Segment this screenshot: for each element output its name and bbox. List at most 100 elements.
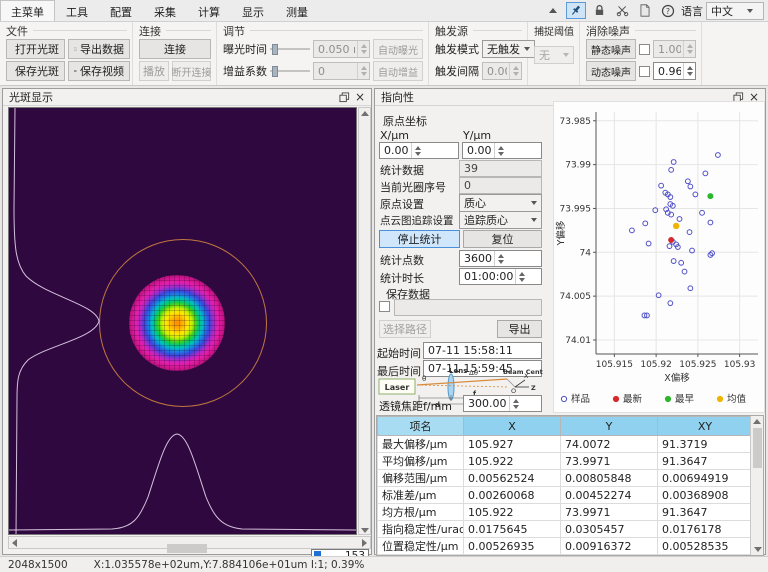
dynamic-noise-checkbox[interactable] bbox=[639, 66, 650, 77]
trigger-interval-spinner[interactable] bbox=[509, 63, 519, 79]
sample-point bbox=[693, 192, 698, 197]
ribbon-group-noise: 消除噪声 静态噪声 1.00 动态噪声 0.96 bbox=[580, 22, 702, 85]
auto-exposure-button[interactable]: 自动曝光 bbox=[373, 39, 423, 59]
gain-spinner[interactable] bbox=[357, 63, 367, 79]
language-select[interactable]: 中文 bbox=[706, 2, 764, 20]
track-label: 点云图追踪设置 bbox=[380, 213, 454, 228]
save-video-button[interactable]: 保存视频 bbox=[68, 61, 130, 81]
help-icon[interactable]: ? bbox=[658, 2, 678, 19]
stats-count-label: 统计数据 bbox=[380, 162, 424, 178]
legend-label-样品: 样品 bbox=[571, 393, 590, 405]
menu-tab-计算[interactable]: 计算 bbox=[187, 0, 231, 21]
open-spot-button[interactable]: 打开光斑 bbox=[6, 39, 65, 59]
x-tick-label: 105.92 bbox=[640, 360, 672, 370]
focal-length-input[interactable]: 300.00 bbox=[463, 395, 542, 412]
menu-tab-工具[interactable]: 工具 bbox=[55, 0, 99, 21]
connect-button[interactable]: 连接 bbox=[139, 39, 211, 59]
pin-icon[interactable] bbox=[566, 2, 586, 19]
auto-gain-button[interactable]: 自动增益 bbox=[373, 61, 423, 81]
play-button[interactable]: 播放 bbox=[139, 61, 169, 81]
aperture-value: 0 bbox=[464, 179, 471, 192]
y-tick-label: 74.005 bbox=[560, 292, 592, 302]
save-file-icon[interactable] bbox=[635, 2, 655, 19]
exposure-slider[interactable] bbox=[270, 42, 310, 56]
y-tick-label: 73.99 bbox=[565, 161, 591, 171]
disconnect-button[interactable]: 断开连接 bbox=[172, 61, 211, 81]
row-value: 0.00528535 bbox=[658, 538, 753, 555]
beam-horizontal-scrollbar[interactable] bbox=[8, 536, 371, 549]
sample-point bbox=[630, 228, 635, 233]
origin-x-input[interactable]: 0.00 bbox=[379, 142, 459, 159]
svg-text:Laser: Laser bbox=[385, 383, 410, 392]
horizontal-profile-curve bbox=[9, 434, 357, 530]
origin-x-spinner[interactable] bbox=[411, 143, 421, 158]
sample-point bbox=[700, 210, 705, 215]
menu-tab-主菜单[interactable]: 主菜单 bbox=[0, 0, 55, 21]
float-panel-icon[interactable] bbox=[336, 90, 352, 104]
auto-exposure-label: 自动曝光 bbox=[378, 42, 418, 57]
origin-y-spinner[interactable] bbox=[494, 143, 504, 158]
choose-path-button[interactable]: 选择路径 bbox=[379, 320, 431, 338]
gain-slider[interactable] bbox=[270, 64, 310, 78]
menu-tab-显示[interactable]: 显示 bbox=[231, 0, 275, 21]
table-row: 均方根/μm105.92273.997191.3647 bbox=[378, 504, 753, 521]
dynamic-noise-button[interactable]: 动态噪声 bbox=[586, 61, 636, 81]
menu-tab-采集[interactable]: 采集 bbox=[143, 0, 187, 21]
static-noise-spinner[interactable] bbox=[683, 41, 693, 57]
save-video-label: 保存视频 bbox=[80, 63, 124, 79]
y-tick-label: 74.01 bbox=[565, 336, 591, 346]
focal-length-spinner[interactable] bbox=[509, 396, 519, 411]
exposure-spinner[interactable] bbox=[357, 41, 367, 57]
reset-button[interactable]: 复位 bbox=[463, 230, 542, 248]
beam-vertical-scrollbar[interactable] bbox=[358, 107, 371, 535]
lock-icon[interactable] bbox=[589, 2, 609, 19]
dynamic-noise-spinner[interactable] bbox=[683, 63, 693, 79]
duration-label: 统计时长 bbox=[380, 270, 424, 286]
duration-input[interactable]: 01:00:00 bbox=[459, 268, 542, 285]
beam-image[interactable] bbox=[8, 107, 357, 535]
exposure-input[interactable]: 0.050 ms bbox=[313, 40, 370, 58]
y-tick-label: 74 bbox=[580, 248, 592, 258]
origin-y-input[interactable]: 0.00 bbox=[462, 142, 542, 159]
close-panel-icon[interactable]: × bbox=[352, 90, 368, 104]
pointing-panel: 指向性 × 原点坐标 X/μm Y/μm 0.00 0.00 统计数据 39 当… bbox=[374, 88, 766, 555]
adjust-group-title: 调节 bbox=[223, 23, 245, 39]
collapse-ribbon-icon[interactable] bbox=[543, 2, 563, 19]
language-value: 中文 bbox=[711, 3, 733, 19]
row-value: 105.927 bbox=[464, 436, 561, 453]
static-noise-checkbox[interactable] bbox=[639, 44, 650, 55]
static-noise-input[interactable]: 1.00 bbox=[653, 40, 696, 58]
legend-label-最早: 最早 bbox=[675, 394, 695, 405]
beam-profile-curves bbox=[9, 108, 357, 535]
trigger-interval-input[interactable]: 0.00s bbox=[482, 62, 522, 80]
origin-set-select[interactable]: 质心 bbox=[459, 194, 542, 212]
threshold-select[interactable]: 无 bbox=[534, 46, 574, 64]
sample-point bbox=[669, 167, 674, 172]
trigger-mode-label: 触发模式 bbox=[435, 41, 479, 57]
sample-point bbox=[685, 179, 690, 184]
points-count-spinner[interactable] bbox=[494, 251, 504, 266]
export-data-button[interactable]: 导出数据 bbox=[68, 39, 130, 59]
duration-spinner[interactable] bbox=[515, 269, 525, 284]
export-button[interactable]: 导出 bbox=[497, 320, 542, 338]
legend-label-均值: 均值 bbox=[727, 393, 747, 405]
origin-x-value: 0.00 bbox=[384, 144, 409, 157]
track-select[interactable]: 追踪质心 bbox=[459, 211, 542, 229]
save-path-field bbox=[394, 299, 542, 316]
menu-tab-配置[interactable]: 配置 bbox=[99, 0, 143, 21]
points-count-input[interactable]: 3600 bbox=[459, 250, 542, 267]
pointing-scatter-chart: 73.98573.9973.9957474.00574.01105.915105… bbox=[553, 101, 765, 413]
threshold-value: 无 bbox=[539, 47, 550, 63]
dynamic-noise-input[interactable]: 0.96 bbox=[653, 62, 696, 80]
table-scrollbar[interactable] bbox=[750, 416, 763, 555]
aperture-field: 0 bbox=[459, 177, 542, 194]
menu-tab-测量[interactable]: 测量 bbox=[275, 0, 319, 21]
save-data-checkbox[interactable] bbox=[379, 301, 390, 312]
scissors-icon[interactable] bbox=[612, 2, 632, 19]
gain-input[interactable]: 0 bbox=[313, 62, 370, 80]
stop-statistics-button[interactable]: 停止统计 bbox=[379, 230, 460, 248]
row-value: 0.0176178 bbox=[658, 521, 753, 538]
save-spot-button[interactable]: 保存光斑 bbox=[6, 61, 65, 81]
start-time-field[interactable]: 07-11 15:58:11 bbox=[423, 342, 542, 359]
static-noise-button[interactable]: 静态噪声 bbox=[586, 39, 636, 59]
